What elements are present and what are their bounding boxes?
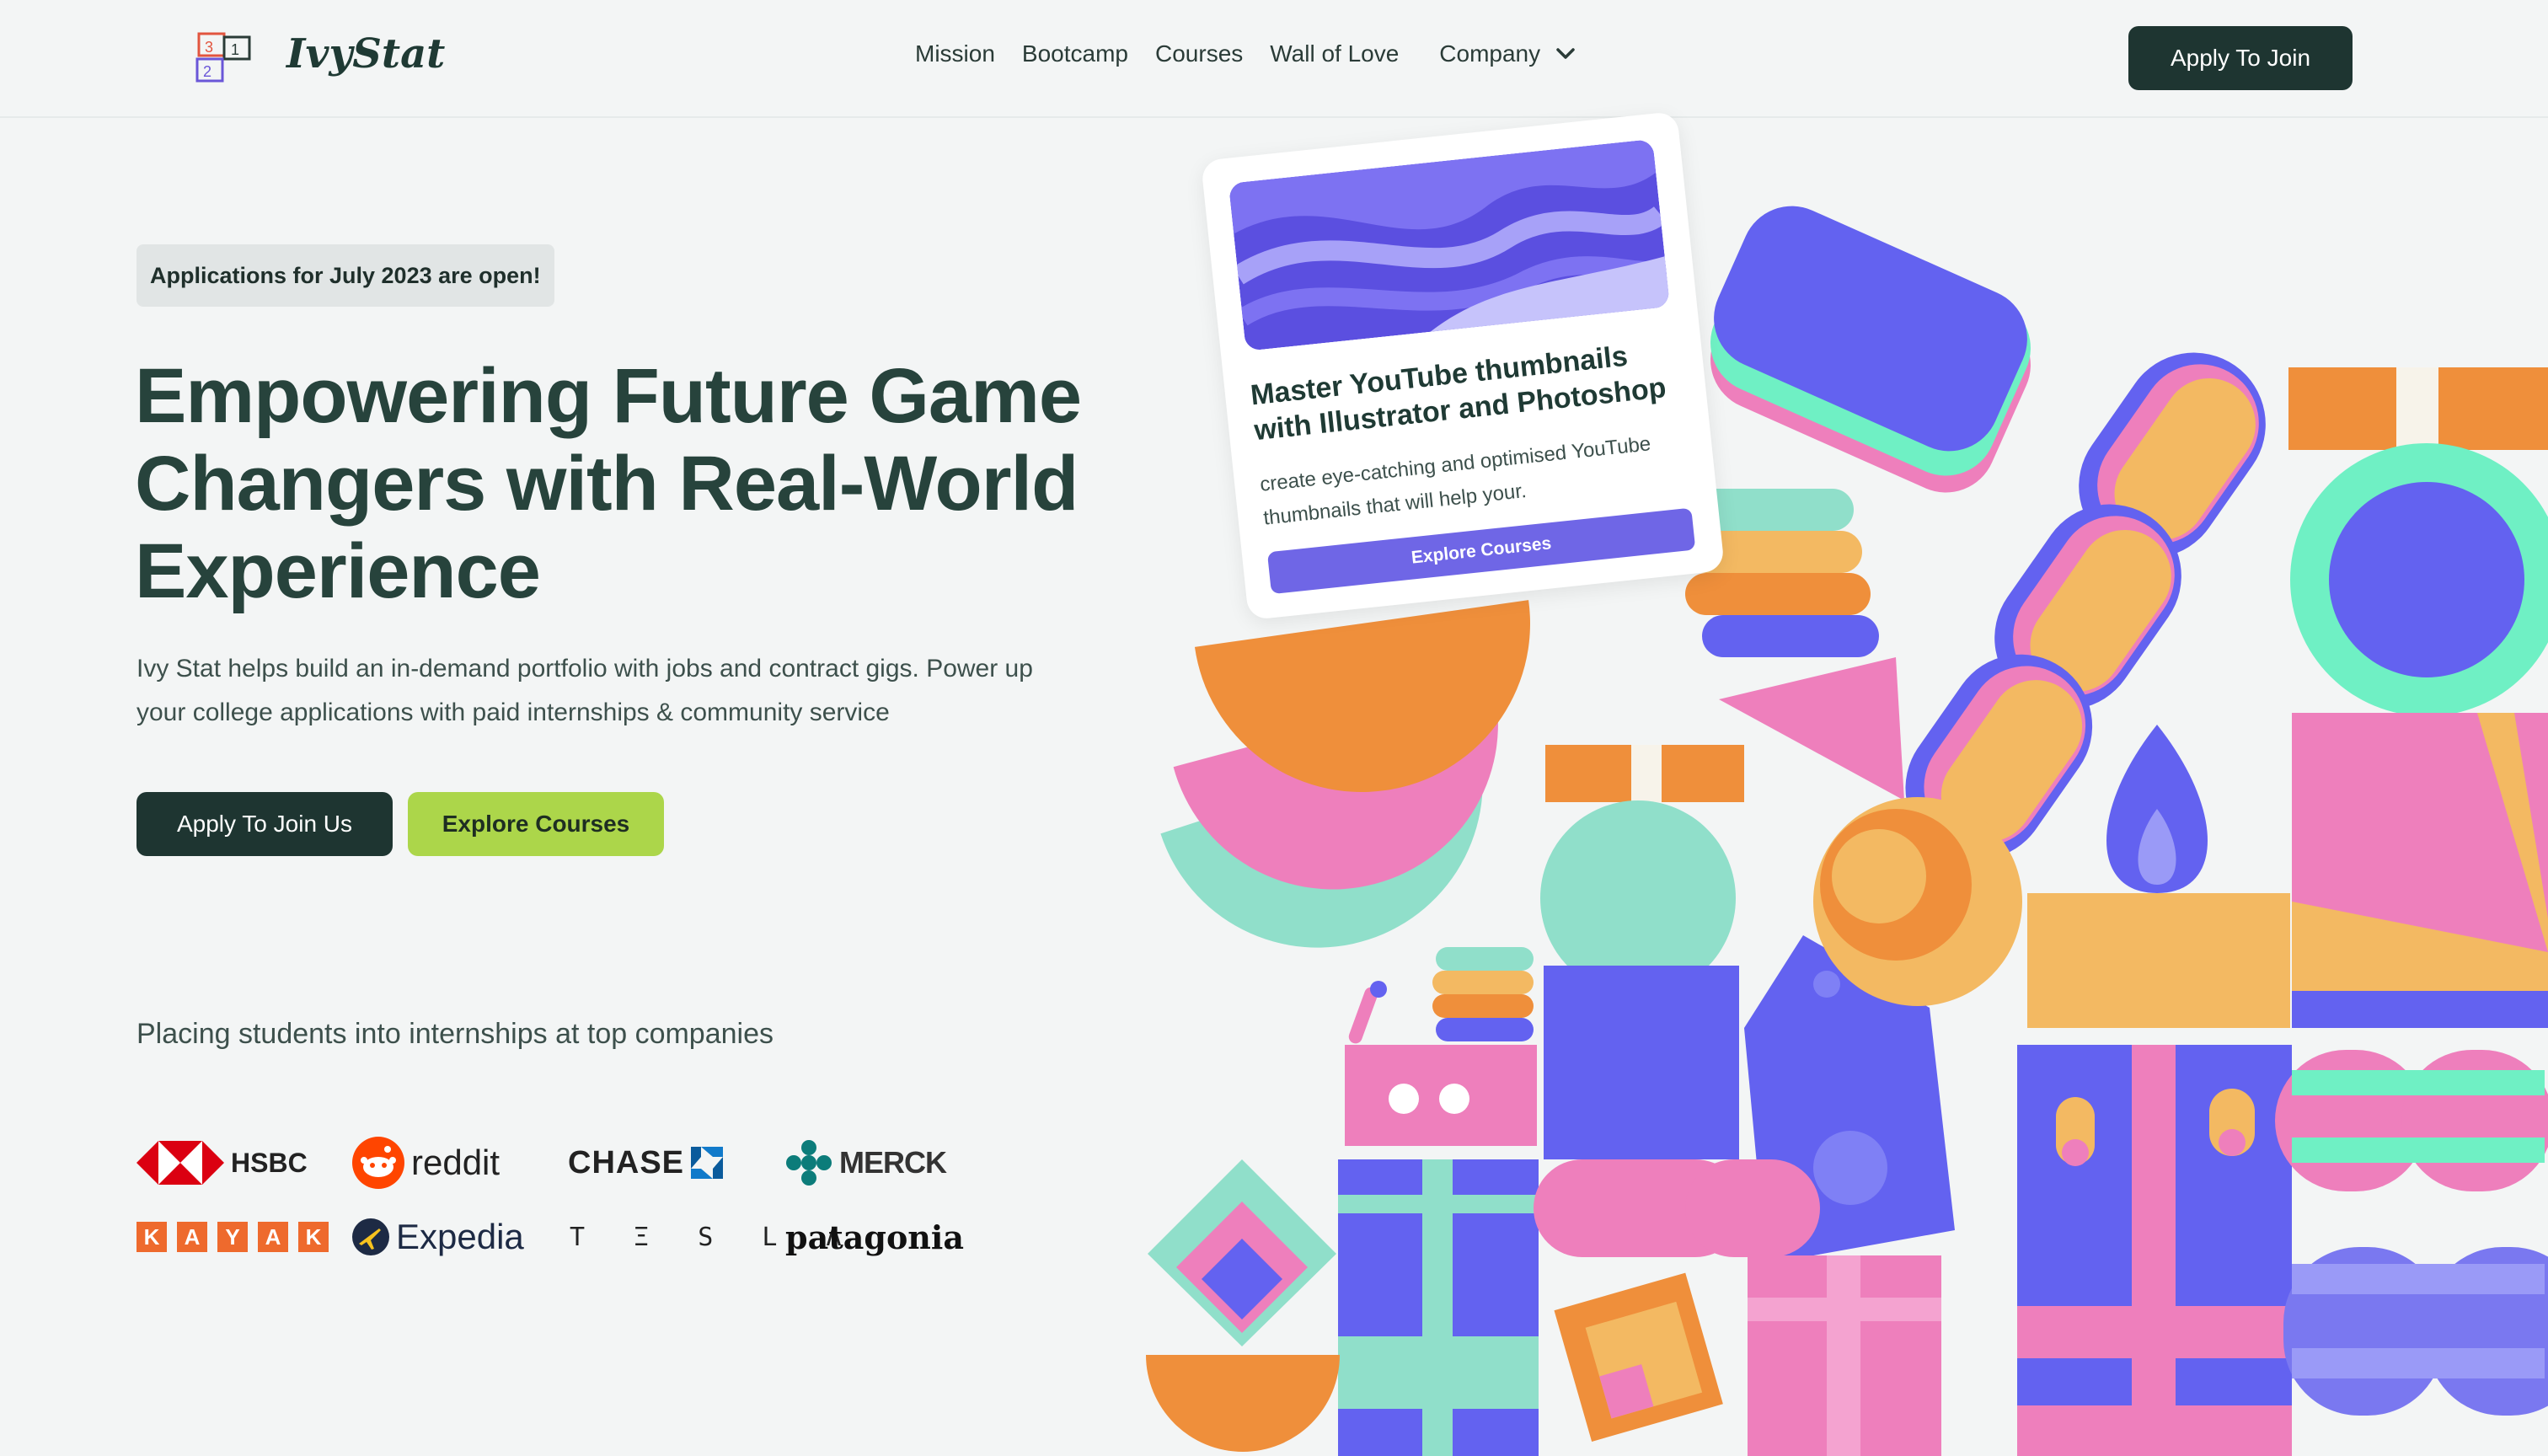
kayak-letter: A [258,1222,288,1252]
number-blocks-icon: 3 1 2 [195,32,251,83]
reddit-alien-icon [352,1137,404,1189]
nav-bootcamp[interactable]: Bootcamp [1022,40,1128,67]
expedia-plane-icon [352,1218,389,1255]
logo-chase: CHASE [568,1136,724,1190]
logo-expedia-text: Expedia [396,1217,524,1256]
chevron-down-icon [1556,48,1575,59]
applications-badge: Applications for July 2023 are open! [136,244,554,307]
course-card[interactable]: Master YouTube thumbnails with Illustrat… [1200,110,1726,621]
logo-patagonia-text: patagonia [785,1218,964,1256]
nav-wall-of-love[interactable]: Wall of Love [1270,40,1399,67]
hero-subtext: Ivy Stat helps build an in-demand portfo… [136,655,1033,726]
course-card-image [1228,138,1671,351]
logo-merck: MERCK [785,1136,947,1190]
kayak-letter: K [298,1222,329,1252]
logo-reddit: reddit [352,1136,500,1190]
nav-mission[interactable]: Mission [915,40,995,67]
logo-expedia: Expedia [352,1210,524,1264]
logo-kayak: K A Y A K [136,1210,332,1264]
logo-hsbc: HSBC [136,1136,308,1190]
chase-octagon-icon [691,1147,724,1179]
logo-patagonia: patagonia [785,1210,964,1264]
logo-hsbc-text: HSBC [231,1147,308,1178]
apply-to-join-button[interactable]: Apply To Join [2128,26,2353,90]
block-number-2: 2 [203,63,211,80]
kayak-letter: A [177,1222,207,1252]
merck-icon [786,1140,832,1186]
nav-company-dropdown[interactable]: Company [1439,40,1576,67]
companies-heading: Placing students into internships at top… [136,1018,774,1050]
brand-logo[interactable]: 3 1 2 IvyStat [195,25,445,93]
block-number-3: 3 [205,39,213,56]
apply-to-join-us-button[interactable]: Apply To Join Us [136,792,393,856]
hero-headline: Empowering Future Game Changers with Rea… [135,353,1082,614]
kayak-letter: K [136,1222,167,1252]
brand-name: IvyStat [286,30,446,78]
kayak-letter: Y [217,1222,248,1252]
block-number-1: 1 [231,41,239,58]
explore-courses-button[interactable]: Explore Courses [408,792,664,856]
main-nav: Mission Bootcamp Courses Wall of Love Co… [915,40,1576,67]
logo-reddit-text: reddit [411,1143,500,1182]
nav-courses[interactable]: Courses [1155,40,1243,67]
nav-company-label: Company [1439,40,1541,67]
logo-merck-text: MERCK [839,1145,947,1180]
hsbc-hexagon-icon [136,1141,224,1185]
site-header: 3 1 2 IvyStat Mission Bootcamp Courses W… [0,0,2548,118]
logo-chase-text: CHASE [568,1144,685,1180]
